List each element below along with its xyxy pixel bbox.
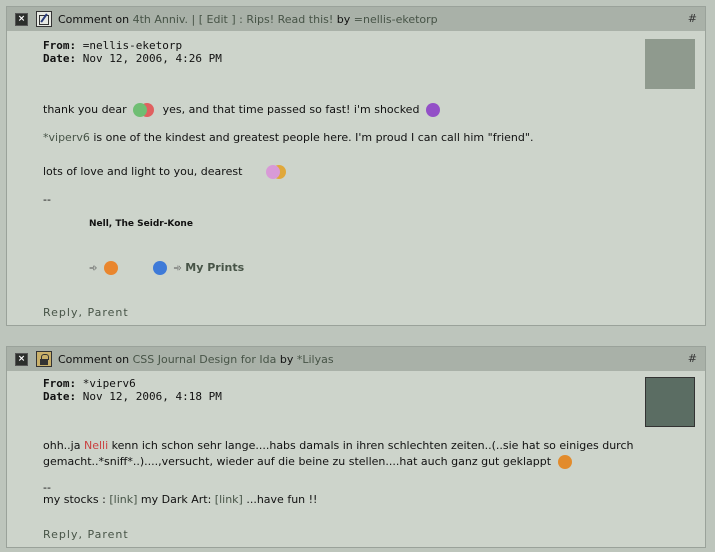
date-label: Date:: [43, 52, 77, 65]
love-emoticon-icon: [265, 165, 280, 179]
text: kenn ich schon sehr lange....habs damals…: [111, 439, 634, 452]
comment-line: lots of love and light to you, dearest: [43, 165, 290, 179]
text: yes, and that time passed so fast! i'm s…: [162, 103, 420, 116]
my-prints-link[interactable]: My Prints: [185, 261, 244, 274]
by-label: by: [279, 352, 294, 366]
user-mention[interactable]: Nelli: [84, 439, 108, 452]
arrow-icon: ➾: [89, 263, 98, 274]
hug-emoticon-icon: [133, 103, 148, 117]
comment-meta: From: *viperv6 Date: Nov 12, 2006, 4:18 …: [43, 377, 695, 403]
dark-art-link[interactable]: [link]: [215, 493, 243, 506]
reply-link[interactable]: Reply: [43, 306, 78, 319]
text: gemacht..*sniff*..)....,versucht, wieder…: [43, 455, 552, 468]
permalink-hash[interactable]: #: [688, 12, 697, 25]
date-label: Date:: [43, 390, 77, 403]
stock-link[interactable]: [link]: [109, 493, 137, 506]
stocks-line: my stocks : [link] my Dark Art: [link] .…: [43, 493, 317, 507]
from-value[interactable]: *viperv6: [83, 377, 136, 390]
text: thank you dear: [43, 103, 127, 116]
close-icon[interactable]: ×: [15, 12, 28, 26]
date-value: Nov 12, 2006, 4:18 PM: [82, 390, 222, 403]
comment-on-label: Comment on: [58, 12, 130, 26]
emoticon-icon: [152, 261, 167, 275]
deviation-link[interactable]: CSS Journal Design for Ida: [133, 353, 277, 366]
emoticon-icon: [103, 261, 118, 275]
text: is one of the kindest and greatest peopl…: [89, 131, 534, 144]
comment-on-label: Comment on: [58, 352, 130, 366]
comment-actions: Reply, Parent: [43, 528, 129, 541]
comment-line: ohh..ja Nelli kenn ich schon sehr lange.…: [43, 439, 633, 453]
from-label: From:: [43, 39, 77, 52]
close-icon[interactable]: ×: [15, 352, 28, 366]
from-label: From:: [43, 377, 77, 390]
permalink-hash[interactable]: #: [688, 352, 697, 365]
comment-line: gemacht..*sniff*..)....,versucht, wieder…: [43, 455, 575, 469]
author-link[interactable]: *Lilyas: [297, 353, 334, 366]
text: lots of love and light to you, dearest: [43, 165, 243, 178]
header-text: Comment on 4th Anniv. | [ Edit ] : Rips!…: [58, 13, 438, 26]
by-label: by: [336, 12, 351, 26]
comment-meta: From: =nellis-eketorp Date: Nov 12, 2006…: [43, 39, 695, 65]
lock-icon: [36, 351, 52, 367]
comment-header: × Comment on 4th Anniv. | [ Edit ] : Rip…: [7, 7, 705, 31]
text: ohh..ja: [43, 439, 81, 452]
separator: --: [43, 193, 51, 206]
prints-row: ➾ ➾ My Prints: [89, 261, 244, 276]
text: ...have fun !!: [246, 493, 318, 506]
signature: Nell, The Seidr-Kone: [89, 219, 193, 229]
emoticon-icon: [557, 455, 572, 469]
deviation-link[interactable]: 4th Anniv. | [ Edit ] : Rips! Read this!: [133, 13, 334, 26]
avatar[interactable]: [645, 377, 695, 427]
comment-card: × Comment on 4th Anniv. | [ Edit ] : Rip…: [6, 6, 706, 326]
shocked-emoticon-icon: [425, 103, 440, 117]
reply-link[interactable]: Reply: [43, 528, 78, 541]
user-link[interactable]: *viperv6: [43, 131, 90, 144]
comment-header: × Comment on CSS Journal Design for Ida …: [7, 347, 705, 371]
author-link[interactable]: =nellis-eketorp: [354, 13, 438, 26]
comment-actions: Reply, Parent: [43, 306, 129, 319]
date-value: Nov 12, 2006, 4:26 PM: [82, 52, 222, 65]
text: my Dark Art:: [140, 493, 212, 506]
avatar[interactable]: [645, 39, 695, 89]
parent-link[interactable]: Parent: [87, 306, 128, 319]
comment-card: × Comment on CSS Journal Design for Ida …: [6, 346, 706, 548]
header-text: Comment on CSS Journal Design for Ida by…: [58, 353, 334, 366]
comment-line: *viperv6 is one of the kindest and great…: [43, 131, 533, 145]
text: my stocks :: [43, 493, 106, 506]
comment-line: thank you dear yes, and that time passed…: [43, 103, 443, 117]
arrow-icon: ➾: [173, 263, 182, 274]
journal-icon: [36, 11, 52, 27]
parent-link[interactable]: Parent: [87, 528, 128, 541]
from-value[interactable]: =nellis-eketorp: [83, 39, 182, 52]
